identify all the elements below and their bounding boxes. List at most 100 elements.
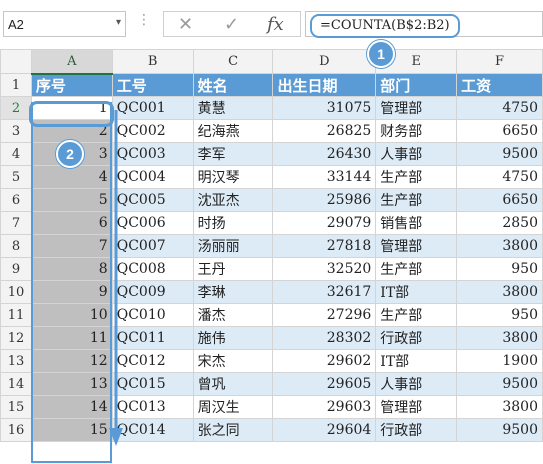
cell-dept[interactable]: 管理部 bbox=[375, 395, 458, 419]
function-icon[interactable]: fx bbox=[267, 14, 284, 35]
row-header[interactable]: 15 bbox=[0, 395, 32, 419]
cell-dept[interactable]: 管理部 bbox=[375, 96, 458, 120]
cell-name[interactable]: 明汉琴 bbox=[192, 165, 274, 189]
cell-name[interactable]: 沈亚杰 bbox=[192, 188, 274, 212]
cell-birth-date[interactable]: 26430 bbox=[272, 142, 377, 166]
cell-seq[interactable]: 2 bbox=[30, 119, 113, 143]
cell-salary[interactable]: 2850 bbox=[456, 211, 543, 235]
cell-salary[interactable]: 3800 bbox=[456, 326, 543, 350]
cell-emp-id[interactable]: QC014 bbox=[111, 418, 194, 442]
cell-birth-date[interactable]: 32520 bbox=[272, 257, 377, 281]
cell-seq[interactable]: 8 bbox=[30, 257, 113, 281]
cell-birth-date[interactable]: 33144 bbox=[272, 165, 377, 189]
cell-name[interactable]: 汤丽丽 bbox=[192, 234, 274, 258]
row-header[interactable]: 4 bbox=[0, 142, 32, 166]
cell-seq[interactable]: 13 bbox=[30, 372, 113, 396]
cell-name[interactable]: 纪海燕 bbox=[192, 119, 274, 143]
cell-emp-id[interactable]: QC003 bbox=[111, 142, 194, 166]
cell-seq[interactable]: 4 bbox=[30, 165, 113, 189]
cell-name[interactable]: 王丹 bbox=[192, 257, 274, 281]
cell-birth-date[interactable]: 29604 bbox=[272, 418, 377, 442]
row-header[interactable]: 8 bbox=[0, 234, 32, 258]
cell-dept[interactable]: 生产部 bbox=[375, 303, 458, 327]
column-header-a[interactable]: A bbox=[30, 49, 113, 75]
cell-seq[interactable]: 10 bbox=[30, 303, 113, 327]
cell-name[interactable]: 施伟 bbox=[192, 326, 274, 350]
column-header-c[interactable]: C bbox=[192, 49, 274, 74]
cell-dept[interactable]: 生产部 bbox=[375, 257, 458, 281]
cancel-icon[interactable]: ✕ bbox=[178, 14, 193, 35]
cell-salary[interactable]: 9500 bbox=[456, 142, 543, 166]
column-header-b[interactable]: B bbox=[111, 49, 194, 74]
cell-birth-date[interactable]: 27296 bbox=[272, 303, 377, 327]
cell-dept[interactable]: 行政部 bbox=[375, 326, 458, 350]
cell-dept[interactable]: 管理部 bbox=[375, 234, 458, 258]
cell-emp-id[interactable]: QC012 bbox=[111, 349, 194, 373]
row-header[interactable]: 16 bbox=[0, 418, 32, 442]
cell-emp-id[interactable]: QC015 bbox=[111, 372, 194, 396]
row-header[interactable]: 13 bbox=[0, 349, 32, 373]
cell-seq[interactable]: 6 bbox=[30, 211, 113, 235]
enter-icon[interactable]: ✓ bbox=[224, 14, 239, 35]
cell-dept[interactable]: 生产部 bbox=[375, 165, 458, 189]
header-cell-dept[interactable]: 部门 bbox=[375, 73, 458, 97]
cell-birth-date[interactable]: 26825 bbox=[272, 119, 377, 143]
cell-birth-date[interactable]: 29079 bbox=[272, 211, 377, 235]
cell-name[interactable]: 潘杰 bbox=[192, 303, 274, 327]
cell-emp-id[interactable]: QC011 bbox=[111, 326, 194, 350]
cell-birth-date[interactable]: 29605 bbox=[272, 372, 377, 396]
cell-emp-id[interactable]: QC009 bbox=[111, 280, 194, 304]
row-header[interactable]: 7 bbox=[0, 211, 32, 235]
header-cell-birth-date[interactable]: 出生日期 bbox=[272, 73, 377, 97]
select-all-corner[interactable] bbox=[0, 49, 32, 74]
row-header[interactable]: 10 bbox=[0, 280, 32, 304]
cell-birth-date[interactable]: 32617 bbox=[272, 280, 377, 304]
row-header[interactable]: 2 bbox=[0, 96, 32, 120]
cell-seq[interactable]: 11 bbox=[30, 326, 113, 350]
cell-dept[interactable]: 财务部 bbox=[375, 119, 458, 143]
cell-seq[interactable]: 15 bbox=[30, 418, 113, 442]
cell-emp-id[interactable]: QC006 bbox=[111, 211, 194, 235]
cell-birth-date[interactable]: 28302 bbox=[272, 326, 377, 350]
cell-emp-id[interactable]: QC002 bbox=[111, 119, 194, 143]
cell-dept[interactable]: 人事部 bbox=[375, 372, 458, 396]
row-header[interactable]: 6 bbox=[0, 188, 32, 212]
cell-emp-id[interactable]: QC005 bbox=[111, 188, 194, 212]
cell-dept[interactable]: 人事部 bbox=[375, 142, 458, 166]
cell-dept[interactable]: 销售部 bbox=[375, 211, 458, 235]
splitter-dots-icon[interactable]: ⋮ bbox=[137, 12, 151, 28]
cell-dept[interactable]: IT部 bbox=[375, 280, 458, 304]
header-cell-name[interactable]: 姓名 bbox=[192, 73, 274, 97]
cell-salary[interactable]: 1900 bbox=[456, 349, 543, 373]
row-header[interactable]: 9 bbox=[0, 257, 32, 281]
cell-name[interactable]: 黄慧 bbox=[192, 96, 274, 120]
cell-emp-id[interactable]: QC010 bbox=[111, 303, 194, 327]
column-header-f[interactable]: F bbox=[456, 49, 543, 74]
header-cell-seq[interactable]: 序号 bbox=[30, 73, 113, 97]
cell-birth-date[interactable]: 25986 bbox=[272, 188, 377, 212]
cell-seq[interactable]: 14 bbox=[30, 395, 113, 419]
cell-emp-id[interactable]: QC004 bbox=[111, 165, 194, 189]
cell-salary[interactable]: 950 bbox=[456, 257, 543, 281]
cell-salary[interactable]: 3800 bbox=[456, 395, 543, 419]
cell-salary[interactable]: 9500 bbox=[456, 418, 543, 442]
cell-birth-date[interactable]: 29602 bbox=[272, 349, 377, 373]
cell-salary[interactable]: 4750 bbox=[456, 96, 543, 120]
cell-emp-id[interactable]: QC013 bbox=[111, 395, 194, 419]
cell-name[interactable]: 张之同 bbox=[192, 418, 274, 442]
cell-emp-id[interactable]: QC007 bbox=[111, 234, 194, 258]
cell-emp-id[interactable]: QC008 bbox=[111, 257, 194, 281]
cell-name[interactable]: 时扬 bbox=[192, 211, 274, 235]
cell-salary[interactable]: 3800 bbox=[456, 234, 543, 258]
cell-salary[interactable]: 6650 bbox=[456, 188, 543, 212]
column-header-d[interactable]: D bbox=[272, 49, 377, 74]
header-cell-emp-id[interactable]: 工号 bbox=[111, 73, 194, 97]
cell-seq[interactable]: 7 bbox=[30, 234, 113, 258]
cell-salary[interactable]: 950 bbox=[456, 303, 543, 327]
cell-seq[interactable]: 1 bbox=[30, 96, 113, 120]
dropdown-icon[interactable]: ▾ bbox=[116, 17, 121, 28]
cell-birth-date[interactable]: 27818 bbox=[272, 234, 377, 258]
row-header[interactable]: 14 bbox=[0, 372, 32, 396]
row-header[interactable]: 11 bbox=[0, 303, 32, 327]
row-header[interactable]: 5 bbox=[0, 165, 32, 189]
